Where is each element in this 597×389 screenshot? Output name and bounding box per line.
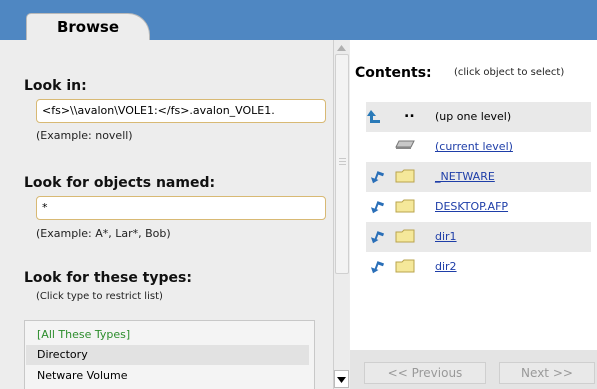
list-item-up[interactable]: .. (up one level) (366, 102, 591, 132)
volume-icon (395, 140, 415, 149)
list-item-current[interactable]: (current level) (366, 132, 591, 162)
list-item-dir1[interactable]: dir1 (366, 222, 591, 252)
current-level-link[interactable]: (current level) (435, 140, 513, 153)
folder-link[interactable]: dir1 (435, 230, 457, 243)
types-list: [All These Types] Directory Netware Volu… (24, 320, 315, 389)
types-label: Look for these types: (24, 270, 192, 286)
grip-line (339, 161, 346, 162)
list-item-netware[interactable]: _NETWARE (366, 162, 591, 192)
folder-link[interactable]: DESKTOP.AFP (435, 200, 508, 213)
type-netware-volume[interactable]: Netware Volume (37, 366, 310, 386)
list-item-dir2[interactable]: dir2 (366, 252, 591, 282)
folder-link[interactable]: _NETWARE (435, 170, 495, 183)
look-in-example: (Example: novell) (36, 129, 133, 142)
scroll-thumb[interactable] (335, 54, 349, 274)
left-scrollbar[interactable] (333, 40, 349, 389)
scroll-up-arrow-icon[interactable] (334, 40, 349, 54)
scroll-down-arrow-icon[interactable] (334, 370, 349, 388)
folder-icon (395, 199, 415, 213)
look-for-field[interactable]: * (36, 196, 326, 220)
tab-browse[interactable]: Browse (26, 13, 150, 41)
look-for-label: Look for objects named: (24, 175, 216, 191)
grip-line (339, 164, 346, 165)
grip-line (339, 158, 346, 159)
look-in-field[interactable]: <fs>\\avalon\VOLE1:</fs>.avalon_VOLE1. (36, 99, 326, 123)
folder-icon (395, 259, 415, 273)
folder-link[interactable]: dir2 (435, 260, 457, 273)
select-arrow-icon (370, 231, 385, 244)
look-for-example: (Example: A*, Lar*, Bob) (36, 227, 171, 240)
select-arrow-icon (370, 261, 385, 274)
up-one-level-label[interactable]: (up one level) (435, 110, 511, 123)
look-in-label: Look in: (24, 78, 87, 94)
pager-bar: << Previous Next >> (350, 350, 597, 389)
up-dots: .. (404, 105, 415, 121)
list-item-desktop[interactable]: DESKTOP.AFP (366, 192, 591, 222)
previous-button[interactable]: << Previous (364, 362, 486, 384)
type-all[interactable]: [All These Types] (37, 325, 310, 345)
folder-icon (395, 229, 415, 243)
contents-title: Contents: (355, 65, 432, 81)
folder-icon (395, 169, 415, 183)
type-directory[interactable]: Directory (26, 345, 309, 365)
select-arrow-icon (370, 171, 385, 184)
up-arrow-icon (367, 110, 380, 123)
contents-hint: (click object to select) (454, 67, 565, 78)
types-hint: (Click type to restrict list) (36, 291, 163, 302)
select-arrow-icon (370, 201, 385, 214)
next-button[interactable]: Next >> (499, 362, 595, 384)
contents-pane: Contents: (click object to select) .. (u… (350, 40, 597, 389)
